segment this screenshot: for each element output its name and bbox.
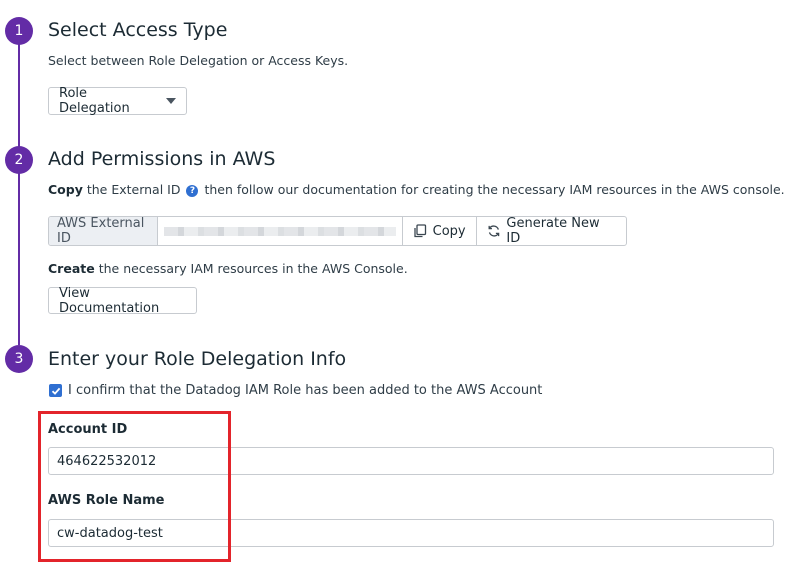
step-title-permissions: Add Permissions in AWS (48, 148, 276, 170)
copy-instructions: Copy the External ID ? then follow our d… (48, 182, 785, 197)
help-icon[interactable]: ? (186, 185, 199, 197)
confirm-role-row: I confirm that the Datadog IAM Role has … (49, 383, 542, 398)
generate-new-id-button[interactable]: Generate New ID (477, 217, 626, 245)
copy-text-1: the External ID (86, 182, 181, 197)
confirm-role-label: I confirm that the Datadog IAM Role has … (68, 383, 543, 398)
confirm-role-checkbox[interactable] (49, 384, 62, 397)
create-instructions: Create the necessary IAM resources in th… (48, 261, 408, 276)
external-id-value[interactable] (158, 217, 403, 245)
access-type-selected: Role Delegation (59, 86, 130, 116)
external-id-label: AWS External ID (49, 217, 158, 245)
checkmark-icon (51, 387, 60, 395)
highlight-box (38, 411, 231, 562)
view-documentation-button[interactable]: View Documentation (48, 286, 197, 316)
copy-text-2: then follow our documentation for creati… (204, 182, 785, 197)
external-id-group: AWS External ID Copy Generate New ID (48, 216, 627, 246)
step-connector (18, 44, 20, 148)
copy-button[interactable]: Copy (403, 217, 477, 245)
access-type-dropdown[interactable]: Role Delegation (48, 86, 187, 116)
step-connector (18, 173, 20, 345)
step-title-access-type: Select Access Type (48, 19, 228, 41)
step-number-2: 2 (5, 146, 33, 174)
create-bold: Create (48, 261, 95, 276)
step-number-3: 3 (5, 345, 33, 373)
copy-icon (413, 224, 426, 238)
copy-bold: Copy (48, 182, 83, 197)
step-number-1: 1 (5, 17, 33, 45)
step-title-role-delegation: Enter your Role Delegation Info (48, 348, 347, 370)
redacted-external-id (163, 226, 396, 236)
copy-button-label: Copy (432, 223, 466, 239)
chevron-down-icon (166, 98, 176, 104)
aws-integration-setup: 1 Select Access Type Select between Role… (0, 0, 793, 574)
step-description: Select between Role Delegation or Access… (48, 53, 349, 68)
create-text: the necessary IAM resources in the AWS C… (98, 261, 408, 276)
generate-new-id-label: Generate New ID (506, 216, 600, 246)
refresh-icon (488, 225, 499, 237)
